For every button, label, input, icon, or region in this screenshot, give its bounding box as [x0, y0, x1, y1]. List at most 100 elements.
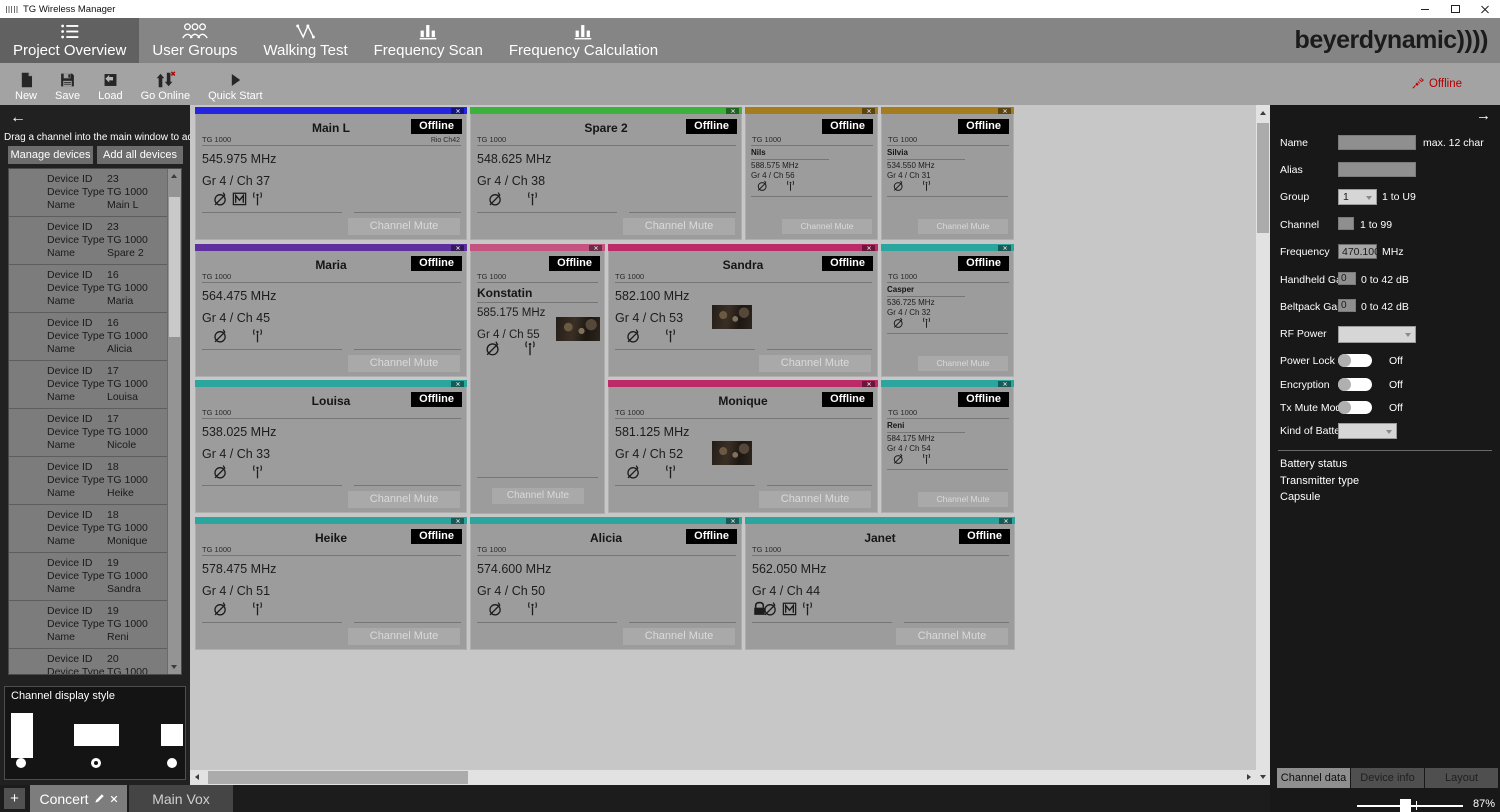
scroll-up-icon[interactable] — [1260, 111, 1266, 115]
channel-card[interactable]: OfflineTG 1000Janet562.050 MHzGr 4 / Ch … — [745, 517, 1015, 650]
add-tab-button[interactable]: + — [4, 788, 25, 809]
channel-mute-button[interactable]: Channel Mute — [918, 219, 1008, 234]
scrollbar-thumb[interactable] — [208, 771, 468, 784]
channel-card[interactable]: OfflineTG 1000Nils588.575 MHzGr 4 / Ch 5… — [745, 107, 878, 240]
project-tab-main-vox[interactable]: Main Vox — [129, 785, 233, 812]
device-entry[interactable]: Device ID17Device TypeTG 1000NameNicole — [9, 409, 181, 457]
channel-mute-button[interactable]: Channel Mute — [348, 491, 460, 508]
toolbar-button-load[interactable]: Load — [89, 63, 131, 105]
toolbar-button-new[interactable]: New — [6, 63, 46, 105]
scroll-down-icon[interactable] — [1260, 775, 1266, 779]
channel-card[interactable]: OfflineTG 1000Monique581.125 MHzGr 4 / C… — [608, 380, 878, 513]
device-entry[interactable]: Device ID23Device TypeTG 1000NameMain L — [9, 169, 181, 217]
tab-layout[interactable]: Layout — [1425, 768, 1498, 788]
scroll-left-icon[interactable] — [195, 774, 199, 780]
maximize-button[interactable] — [1440, 0, 1470, 18]
channel-mute-button[interactable]: Channel Mute — [918, 356, 1008, 371]
tab-channel-data[interactable]: Channel data — [1277, 768, 1350, 788]
channel-card[interactable]: OfflineTG 1000Maria564.475 MHzGr 4 / Ch … — [195, 244, 467, 377]
channel-mute-button[interactable]: Channel Mute — [348, 218, 460, 235]
display-style-option-tall[interactable] — [11, 713, 33, 758]
display-style-option-wide[interactable] — [74, 724, 119, 746]
display-style-radio[interactable] — [167, 758, 177, 768]
card-close-button[interactable] — [862, 381, 875, 387]
channel-card[interactable]: OfflineTG 1000Konstatin585.175 MHzGr 4 /… — [470, 244, 605, 514]
device-entry[interactable]: Device ID20Device TypeTG 1000Name — [9, 649, 181, 675]
device-entry[interactable]: Device ID17Device TypeTG 1000NameLouisa — [9, 361, 181, 409]
project-tab-concert[interactable]: Concert — [30, 785, 127, 812]
scroll-down-icon[interactable] — [171, 665, 177, 669]
channel-card[interactable]: OfflineTG 1000Reni584.175 MHzGr 4 / Ch 5… — [881, 380, 1014, 513]
collapse-panel-button[interactable]: → — [1476, 107, 1491, 124]
nav-tab-walking-test[interactable]: Walking Test — [250, 18, 360, 63]
scrollbar-thumb[interactable] — [169, 197, 180, 337]
field-toggle-power-lock[interactable] — [1338, 354, 1372, 367]
edit-icon[interactable] — [94, 793, 105, 804]
field-select-group[interactable]: 1 — [1338, 189, 1377, 205]
channel-mute-button[interactable]: Channel Mute — [759, 491, 871, 508]
card-close-button[interactable] — [451, 108, 464, 114]
manage-devices-button[interactable]: Manage devices — [8, 146, 93, 164]
nav-tab-project-overview[interactable]: Project Overview — [0, 18, 139, 63]
field-select-kind-of-battery[interactable] — [1338, 423, 1397, 439]
display-style-option-square[interactable] — [161, 724, 183, 746]
card-close-button[interactable] — [451, 381, 464, 387]
vertical-scrollbar[interactable] — [1256, 105, 1270, 785]
channel-card[interactable]: OfflineTG 1000Sandra582.100 MHzGr 4 / Ch… — [608, 244, 878, 377]
nav-tab-frequency-scan[interactable]: Frequency Scan — [361, 18, 496, 63]
channel-mute-button[interactable]: Channel Mute — [623, 218, 735, 235]
channel-card[interactable]: OfflineTG 1000Spare 2548.625 MHzGr 4 / C… — [470, 107, 742, 240]
field-input-handheld-gain[interactable]: 0 — [1338, 272, 1356, 285]
channel-mute-button[interactable]: Channel Mute — [623, 628, 735, 645]
channel-mute-button[interactable]: Channel Mute — [782, 219, 872, 234]
tab-device-info[interactable]: Device info — [1351, 768, 1424, 788]
collapse-sidebar-button[interactable]: ← — [10, 109, 26, 127]
device-list-scrollbar[interactable] — [167, 169, 181, 674]
minimize-button[interactable] — [1410, 0, 1440, 18]
horizontal-scrollbar[interactable] — [190, 770, 1256, 785]
channel-card[interactable]: OfflineTG 1000Main LRio Ch42545.975 MHzG… — [195, 107, 467, 240]
toolbar-button-quick-start[interactable]: Quick Start — [199, 63, 271, 105]
channel-mute-button[interactable]: Channel Mute — [492, 488, 584, 504]
scroll-up-icon[interactable] — [171, 174, 177, 178]
card-close-button[interactable] — [589, 245, 602, 251]
channel-card[interactable]: OfflineTG 1000Silvia534.550 MHzGr 4 / Ch… — [881, 107, 1014, 240]
channel-mute-button[interactable]: Channel Mute — [348, 628, 460, 645]
channel-mute-button[interactable]: Channel Mute — [918, 492, 1008, 507]
device-entry[interactable]: Device ID18Device TypeTG 1000NameHeike — [9, 457, 181, 505]
field-select-rf-power[interactable] — [1338, 326, 1416, 343]
toolbar-button-save[interactable]: Save — [46, 63, 89, 105]
card-close-button[interactable] — [998, 108, 1011, 114]
card-close-button[interactable] — [998, 381, 1011, 387]
nav-tab-user-groups[interactable]: User Groups — [139, 18, 250, 63]
card-close-button[interactable] — [451, 518, 464, 524]
field-input-alias[interactable] — [1338, 162, 1416, 177]
add-all-devices-button[interactable]: Add all devices — [97, 146, 183, 164]
card-close-button[interactable] — [998, 245, 1011, 251]
channel-card[interactable]: OfflineTG 1000Heike578.475 MHzGr 4 / Ch … — [195, 517, 467, 650]
channel-card[interactable]: OfflineTG 1000Louisa538.025 MHzGr 4 / Ch… — [195, 380, 467, 513]
channel-mute-button[interactable]: Channel Mute — [759, 355, 871, 372]
device-entry[interactable]: Device ID19Device TypeTG 1000NameReni — [9, 601, 181, 649]
field-input-frequency[interactable]: 470.100 — [1338, 244, 1377, 259]
toolbar-button-go-online[interactable]: Go Online — [132, 63, 200, 105]
channel-card[interactable]: OfflineTG 1000Casper536.725 MHzGr 4 / Ch… — [881, 244, 1014, 377]
card-close-button[interactable] — [726, 518, 739, 524]
scroll-right-icon[interactable] — [1247, 774, 1251, 780]
field-input-name[interactable] — [1338, 135, 1416, 150]
zoom-slider-handle[interactable] — [1400, 799, 1411, 812]
field-input-beltpack-gain[interactable]: 0 — [1338, 299, 1356, 312]
card-close-button[interactable] — [862, 245, 875, 251]
display-style-radio[interactable] — [91, 758, 101, 768]
device-entry[interactable]: Device ID16Device TypeTG 1000NameAlicia — [9, 313, 181, 361]
close-button[interactable] — [1470, 0, 1500, 18]
device-entry[interactable]: Device ID23Device TypeTG 1000NameSpare 2 — [9, 217, 181, 265]
channel-mute-button[interactable]: Channel Mute — [896, 628, 1008, 645]
field-toggle-tx-mute-mode[interactable] — [1338, 401, 1372, 414]
device-entry[interactable]: Device ID18Device TypeTG 1000NameMonique — [9, 505, 181, 553]
scrollbar-thumb[interactable] — [1257, 123, 1269, 233]
field-toggle-encryption[interactable] — [1338, 378, 1372, 391]
device-entry[interactable]: Device ID16Device TypeTG 1000NameMaria — [9, 265, 181, 313]
field-input-channel[interactable] — [1338, 217, 1354, 230]
card-close-button[interactable] — [451, 245, 464, 251]
